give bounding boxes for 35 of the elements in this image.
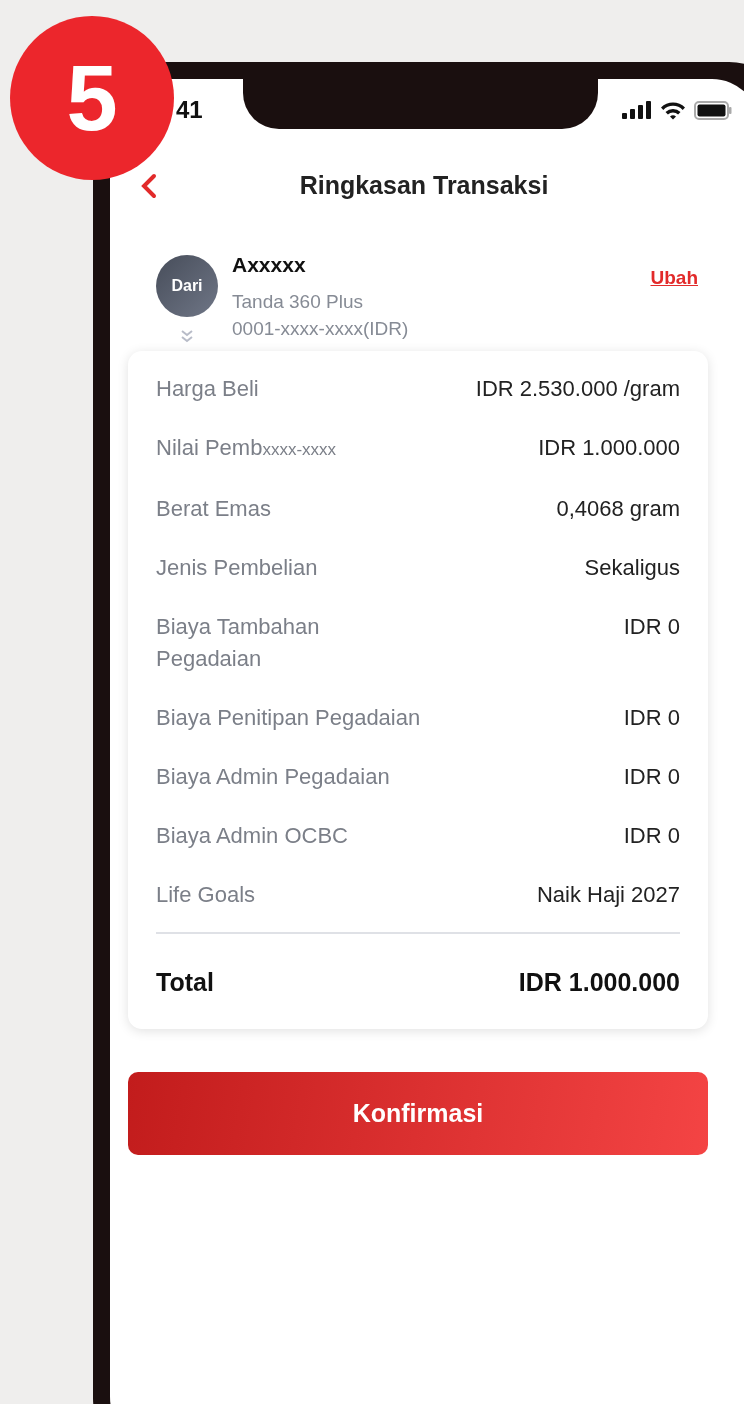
back-button[interactable] <box>140 172 158 199</box>
detail-value: IDR 0 <box>623 612 680 641</box>
detail-value: IDR 1.000.000 <box>538 433 680 462</box>
detail-value: Sekaligus <box>584 553 680 582</box>
detail-label: Nilai Pemb <box>156 433 263 462</box>
step-number-badge: 5 <box>10 16 174 180</box>
account-name: Axxxxx <box>232 251 307 278</box>
detail-label: Jenis Pembelian <box>156 553 318 582</box>
detail-value: 0,4068 gram <box>556 494 680 523</box>
total-value: IDR 1.000.000 <box>518 966 680 998</box>
battery-icon <box>694 100 732 120</box>
signal-icon <box>622 101 652 119</box>
confirm-button[interactable]: Konfirmasi <box>128 1072 708 1155</box>
screen-title: Ringkasan Transaksi <box>298 170 550 201</box>
product-name: Tanda 360 Plus <box>232 290 364 314</box>
detail-value: Naik Haji 2027 <box>536 880 680 909</box>
detail-label: Biaya Admin OCBC <box>156 821 348 850</box>
total-label: Total <box>156 966 214 998</box>
chevron-down-icon <box>180 328 194 343</box>
detail-label: Berat Emas <box>156 494 271 523</box>
detail-value: IDR 2.530.000 /gram <box>475 374 680 403</box>
detail-value: IDR 0 <box>623 821 680 850</box>
account-number: 0001-xxxx-xxxx(IDR) <box>232 317 410 341</box>
detail-label: Harga Beli <box>156 374 259 403</box>
detail-label: Biaya Tambahan Pegadaian <box>156 612 321 673</box>
detail-label: Biaya Penitipan Pegadaian <box>156 703 421 732</box>
detail-value: IDR 0 <box>623 703 680 732</box>
avatar-circle: Dari <box>156 254 218 317</box>
detail-label: Life Goals <box>156 880 256 909</box>
status-time: 41 <box>176 95 203 125</box>
detail-value: IDR 0 <box>623 762 680 791</box>
change-link[interactable]: Ubah <box>650 264 698 293</box>
wifi-icon <box>660 100 686 120</box>
detail-label: Biaya Admin Pegadaian <box>156 762 390 791</box>
masked-text: xxxx-xxxx <box>262 438 337 461</box>
